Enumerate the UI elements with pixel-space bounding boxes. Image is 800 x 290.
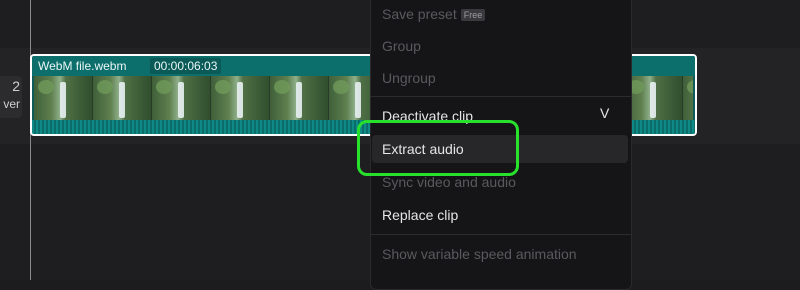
menu-item-label: Group (382, 38, 421, 54)
clip-thumbnail (152, 76, 211, 120)
menu-item-save-preset[interactable]: Save preset Free (382, 2, 486, 26)
free-badge: Free (460, 9, 486, 21)
clip-thumbnail (34, 76, 93, 120)
menu-divider (370, 234, 632, 235)
menu-item-label: Sync video and audio (382, 174, 516, 190)
green-highlight-annotation (357, 120, 519, 176)
menu-divider (370, 96, 632, 97)
track-side-label[interactable]: 2 ver (0, 76, 22, 118)
menu-item-ungroup[interactable]: Ungroup (382, 66, 436, 90)
playhead-line[interactable] (30, 0, 31, 280)
clip-thumbnail (624, 76, 683, 120)
track-number: 2 (12, 78, 20, 94)
menu-item-label: Replace clip (382, 207, 459, 223)
menu-item-group[interactable]: Group (382, 34, 421, 58)
menu-item-label: Show variable speed animation (382, 246, 577, 262)
menu-item-label: Save preset (382, 6, 457, 22)
menu-item-show-variable-speed[interactable]: Show variable speed animation (382, 242, 577, 266)
clip-duration: 00:00:06:03 (150, 58, 222, 74)
clip-thumbnail (93, 76, 152, 120)
clip-thumbnail (683, 76, 693, 120)
menu-item-label: Ungroup (382, 70, 436, 86)
clip-thumbnail (211, 76, 270, 120)
menu-item-replace-clip[interactable]: Replace clip (382, 203, 458, 227)
clip-thumbnail (270, 76, 329, 120)
clip-filename: WebM file.webm (38, 59, 127, 73)
track-label-text: ver (3, 97, 20, 111)
shortcut-label: V (600, 105, 610, 121)
